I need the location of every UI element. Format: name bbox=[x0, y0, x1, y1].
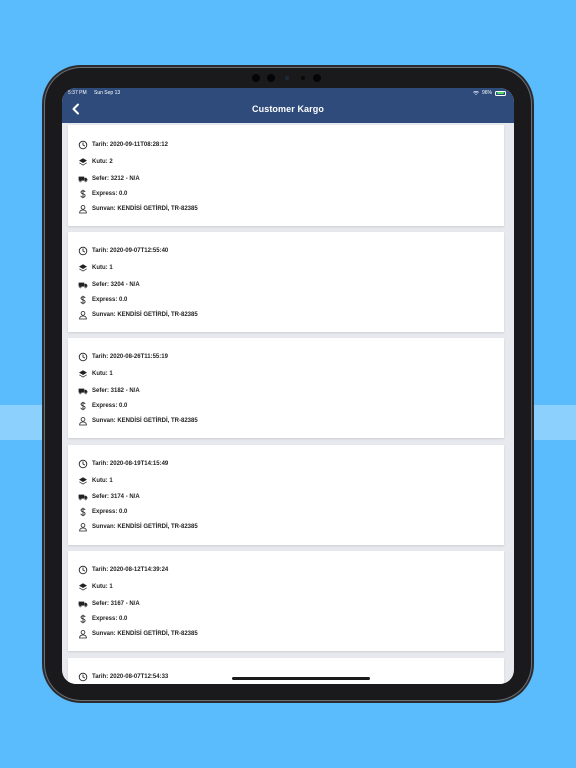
wifi-icon bbox=[472, 91, 479, 95]
shipment-express: Express: 0.0 bbox=[92, 616, 128, 622]
shipment-date: Tarih: 2020-08-19T14:15:49 bbox=[92, 461, 169, 467]
clock-icon bbox=[78, 459, 88, 469]
shipment-date: Tarih: 2020-08-07T12:54:33 bbox=[92, 674, 169, 680]
truck-icon bbox=[78, 280, 88, 290]
truck-icon bbox=[78, 599, 88, 609]
shipment-sender: Sunvan: KENDİSİ GETİRDİ, TR-82385 bbox=[92, 418, 198, 424]
user-icon bbox=[78, 416, 88, 426]
shipment-trip: Sefer: 3182 - N/A bbox=[92, 388, 140, 394]
shipment-card[interactable]: Tarih: 2020-09-07T12:55:40 Kutu: 1 Sefer… bbox=[68, 232, 504, 332]
home-indicator[interactable] bbox=[232, 677, 370, 680]
clock-icon bbox=[78, 565, 88, 575]
clock-icon bbox=[78, 352, 88, 362]
user-icon bbox=[78, 629, 88, 639]
shipment-card[interactable]: Tarih: 2020-08-12T14:39:24 Kutu: 1 Sefer… bbox=[68, 551, 504, 651]
shipment-box-count: Kutu: 1 bbox=[92, 265, 113, 271]
camera-sensor bbox=[252, 74, 260, 82]
status-date: Sun Sep 13 bbox=[94, 90, 121, 96]
user-icon bbox=[78, 522, 88, 532]
shipment-trip: Sefer: 3212 - N/A bbox=[92, 176, 140, 182]
battery-icon bbox=[495, 90, 506, 96]
shipment-express: Express: 0.0 bbox=[92, 509, 128, 515]
shipment-trip: Sefer: 3167 - N/A bbox=[92, 601, 140, 607]
status-time: 5:37 PM bbox=[68, 90, 87, 96]
clock-icon bbox=[78, 140, 88, 150]
layers-icon bbox=[78, 582, 88, 592]
tablet-frame: 5:37 PM Sun Sep 13 96% Customer Kargo Ta… bbox=[45, 68, 531, 700]
shipment-date: Tarih: 2020-08-26T11:55:19 bbox=[92, 354, 168, 360]
shipment-express: Express: 0.0 bbox=[92, 191, 128, 197]
shipment-box-count: Kutu: 1 bbox=[92, 584, 113, 590]
clock-icon bbox=[78, 672, 88, 682]
shipment-box-count: Kutu: 1 bbox=[92, 371, 113, 377]
shipment-date: Tarih: 2020-08-12T14:39:24 bbox=[92, 567, 169, 573]
shipment-box-count: Kutu: 2 bbox=[92, 159, 113, 165]
shipment-trip: Sefer: 3174 - N/A bbox=[92, 494, 140, 500]
shipment-trip: Sefer: 3204 - N/A bbox=[92, 282, 140, 288]
camera-sensor bbox=[267, 74, 275, 82]
shipment-date: Tarih: 2020-09-11T08:28:12 bbox=[92, 142, 168, 148]
shipment-express: Express: 0.0 bbox=[92, 403, 128, 409]
shipment-box-count: Kutu: 1 bbox=[92, 478, 113, 484]
dollar-icon bbox=[78, 614, 88, 624]
camera-sensor bbox=[313, 74, 321, 82]
shipment-sender: Sunvan: KENDİSİ GETİRDİ, TR-82385 bbox=[92, 312, 198, 318]
user-icon bbox=[78, 204, 88, 214]
shipment-date: Tarih: 2020-09-07T12:55:40 bbox=[92, 248, 169, 254]
shipment-card[interactable]: Tarih: 2020-08-19T14:15:49 Kutu: 1 Sefer… bbox=[68, 445, 504, 545]
camera-sensor bbox=[285, 76, 289, 80]
truck-icon bbox=[78, 386, 88, 396]
shipment-express: Express: 0.0 bbox=[92, 297, 128, 303]
dollar-icon bbox=[78, 295, 88, 305]
shipment-card[interactable]: Tarih: 2020-09-11T08:28:12 Kutu: 2 Sefer… bbox=[68, 125, 504, 226]
app-screen: 5:37 PM Sun Sep 13 96% Customer Kargo Ta… bbox=[62, 88, 514, 684]
shipment-sender: Sunvan: KENDİSİ GETİRDİ, TR-82385 bbox=[92, 524, 198, 530]
truck-icon bbox=[78, 492, 88, 502]
layers-icon bbox=[78, 157, 88, 167]
battery-level-fill bbox=[496, 92, 505, 94]
layers-icon bbox=[78, 369, 88, 379]
layers-icon bbox=[78, 476, 88, 486]
camera-sensor bbox=[301, 76, 305, 80]
battery-percentage: 96% bbox=[481, 90, 492, 96]
page-title: Customer Kargo bbox=[252, 104, 324, 114]
shipment-card[interactable]: Tarih: 2020-08-07T12:54:33 bbox=[68, 658, 504, 684]
status-bar-left: 5:37 PM Sun Sep 13 bbox=[68, 90, 126, 96]
navigation-bar: 5:37 PM Sun Sep 13 96% Customer Kargo bbox=[62, 88, 514, 123]
truck-icon bbox=[78, 174, 88, 184]
dollar-icon bbox=[78, 401, 88, 411]
user-icon bbox=[78, 310, 88, 320]
shipment-card[interactable]: Tarih: 2020-08-26T11:55:19 Kutu: 1 Sefer… bbox=[68, 338, 504, 438]
layers-icon bbox=[78, 263, 88, 273]
status-bar-right: 96% bbox=[472, 90, 506, 96]
shipment-sender: Sunvan: KENDİSİ GETİRDİ, TR-82385 bbox=[92, 631, 198, 637]
dollar-icon bbox=[78, 507, 88, 517]
shipment-sender: Sunvan: KENDİSİ GETİRDİ, TR-82385 bbox=[92, 206, 198, 212]
dollar-icon bbox=[78, 189, 88, 199]
clock-icon bbox=[78, 246, 88, 256]
